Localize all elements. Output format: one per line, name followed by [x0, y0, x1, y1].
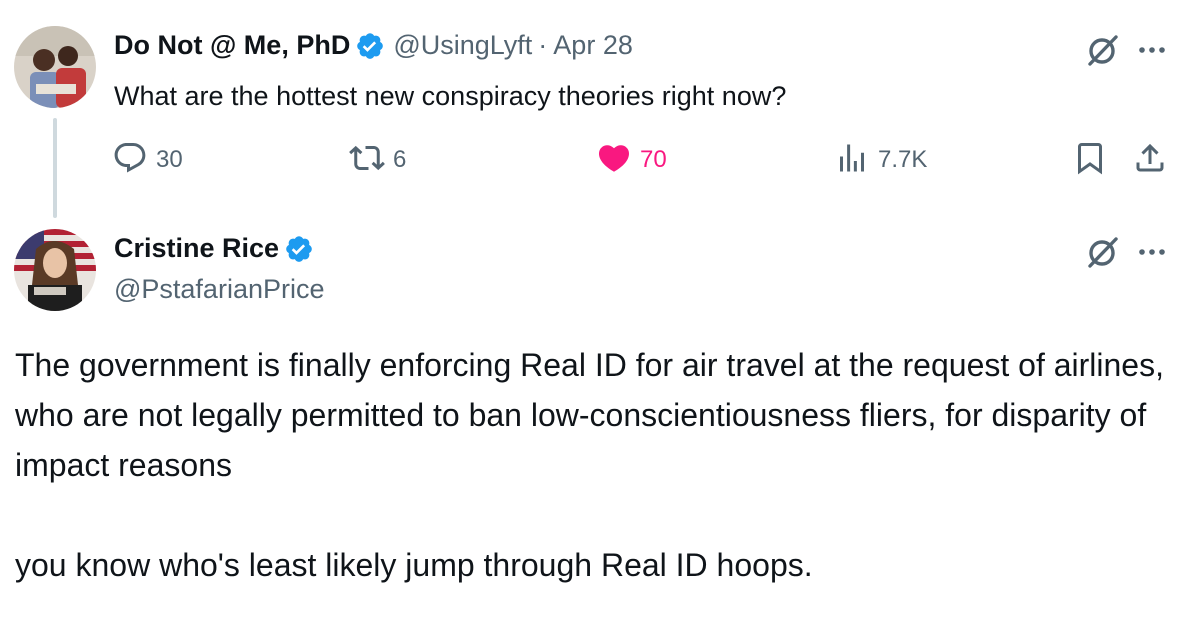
- views-button[interactable]: 7.7K: [834, 138, 927, 182]
- reply-icon: [112, 140, 148, 181]
- bookmark-icon: [1072, 140, 1108, 181]
- avatar-cristine-rice[interactable]: [14, 229, 96, 311]
- tweet1-action-bar: 30 6 70 7.7K: [112, 138, 1182, 182]
- tweet1-date[interactable]: Apr 28: [553, 30, 633, 61]
- retweet-icon: [349, 140, 385, 181]
- like-count: 70: [640, 146, 667, 173]
- reply-count: 30: [156, 146, 183, 173]
- share-icon: [1132, 140, 1168, 181]
- more-icon[interactable]: [1137, 237, 1167, 267]
- grok-icon[interactable]: [1083, 232, 1123, 272]
- tweet2-body: The government is finally enforcing Real…: [15, 340, 1185, 590]
- tweet2-handle[interactable]: @PstafarianPrice: [114, 274, 325, 305]
- tweet1-handle[interactable]: @UsingLyft: [393, 30, 532, 61]
- tweet2-paragraph: you know who's least likely jump through…: [15, 547, 813, 583]
- grok-icon[interactable]: [1083, 30, 1123, 70]
- more-icon[interactable]: [1137, 35, 1167, 65]
- retweet-count: 6: [393, 146, 407, 173]
- like-button[interactable]: 70: [596, 138, 667, 182]
- thread-connector-line: [53, 118, 57, 218]
- tweet2-display-name[interactable]: Cristine Rice: [114, 233, 279, 264]
- tweet1-header: Do Not @ Me, PhD @UsingLyft · Apr 28: [114, 30, 633, 61]
- tweet2-paragraph: The government is finally enforcing Real…: [15, 347, 1164, 483]
- share-button[interactable]: [1132, 138, 1168, 182]
- tweet1-top-actions: [1083, 30, 1167, 70]
- views-count: 7.7K: [878, 146, 928, 173]
- verified-badge-icon[interactable]: [355, 31, 385, 61]
- retweet-button[interactable]: 6: [349, 138, 406, 182]
- verified-badge-icon[interactable]: [284, 234, 314, 264]
- heart-icon: [596, 140, 632, 181]
- views-icon: [834, 140, 870, 181]
- tweet2-top-actions: [1083, 232, 1167, 272]
- reply-button[interactable]: 30: [112, 138, 183, 182]
- avatar-do-not-at-me[interactable]: [14, 26, 96, 108]
- tweet1-text: What are the hottest new conspiracy theo…: [114, 81, 787, 111]
- tweet1-display-name[interactable]: Do Not @ Me, PhD: [114, 30, 350, 61]
- separator-dot: ·: [538, 30, 548, 60]
- tweet2-header: Cristine Rice: [114, 233, 314, 264]
- bookmark-button[interactable]: [1072, 138, 1108, 182]
